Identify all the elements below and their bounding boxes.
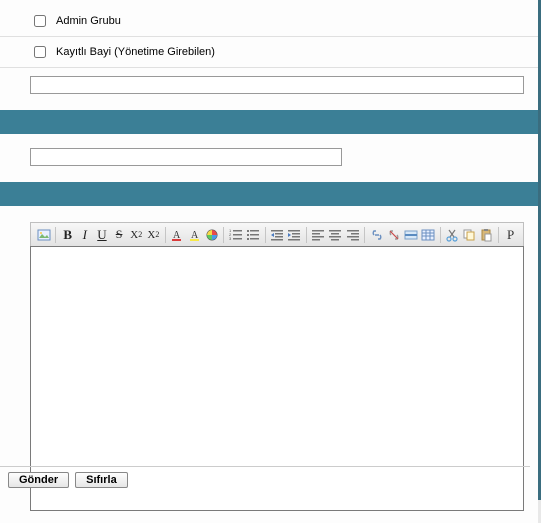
field-panel-2 <box>0 134 538 182</box>
submit-button[interactable]: Gönder <box>8 472 69 488</box>
toolbar-separator <box>440 227 441 243</box>
cut-icon[interactable] <box>444 226 461 244</box>
toolbar-separator <box>364 227 365 243</box>
svg-text:3: 3 <box>229 236 232 241</box>
toolbar-separator <box>55 227 56 243</box>
highlight-icon[interactable]: A <box>186 226 203 244</box>
checkbox-row-dealer: Kayıtlı Bayi (Yönetime Girebilen) <box>0 37 538 68</box>
form-footer: Gönder Sıfırla <box>0 468 530 492</box>
text-input-2[interactable] <box>30 148 342 166</box>
checkbox-row-admin: Admin Grubu <box>0 6 538 37</box>
unordered-list-icon[interactable] <box>244 226 261 244</box>
editor-toolbar: B I U S X2 X2 A A 123 <box>30 222 524 246</box>
superscript-icon[interactable]: X2 <box>145 226 162 244</box>
checkbox-label-dealer: Kayıtlı Bayi (Yönetime Girebilen) <box>56 46 215 58</box>
italic-icon[interactable]: I <box>76 226 93 244</box>
reset-button[interactable]: Sıfırla <box>75 472 128 488</box>
bg-color-icon[interactable] <box>203 226 220 244</box>
align-right-icon[interactable] <box>344 226 361 244</box>
link-icon[interactable] <box>368 226 385 244</box>
bold-icon[interactable]: B <box>59 226 76 244</box>
image-icon[interactable] <box>35 226 52 244</box>
checkbox-admin-group[interactable] <box>34 15 46 27</box>
plain-text-icon[interactable]: P <box>502 226 519 244</box>
subscript-icon[interactable]: X2 <box>128 226 145 244</box>
align-left-icon[interactable] <box>310 226 327 244</box>
underline-icon[interactable]: U <box>93 226 110 244</box>
font-color-icon[interactable]: A <box>169 226 186 244</box>
checkbox-label-admin: Admin Grubu <box>56 15 121 27</box>
text-input-1[interactable] <box>30 76 524 94</box>
horizontal-rule-icon[interactable] <box>402 226 419 244</box>
paste-icon[interactable] <box>478 226 495 244</box>
section-divider-1 <box>0 110 538 134</box>
field-row-1 <box>0 68 538 104</box>
toolbar-separator <box>223 227 224 243</box>
toolbar-separator <box>165 227 166 243</box>
field-row-2 <box>0 140 538 176</box>
indent-icon[interactable] <box>286 226 303 244</box>
ordered-list-icon[interactable]: 123 <box>227 226 244 244</box>
toolbar-separator <box>265 227 266 243</box>
group-selection-panel: Admin Grubu Kayıtlı Bayi (Yönetime Gireb… <box>0 0 538 110</box>
toolbar-separator <box>498 227 499 243</box>
unlink-icon[interactable] <box>385 226 402 244</box>
toolbar-separator <box>306 227 307 243</box>
outdent-icon[interactable] <box>269 226 286 244</box>
checkbox-registered-dealer[interactable] <box>34 46 46 58</box>
table-icon[interactable] <box>420 226 437 244</box>
copy-icon[interactable] <box>461 226 478 244</box>
align-center-icon[interactable] <box>327 226 344 244</box>
strikethrough-icon[interactable]: S <box>111 226 128 244</box>
section-divider-2 <box>0 182 538 206</box>
